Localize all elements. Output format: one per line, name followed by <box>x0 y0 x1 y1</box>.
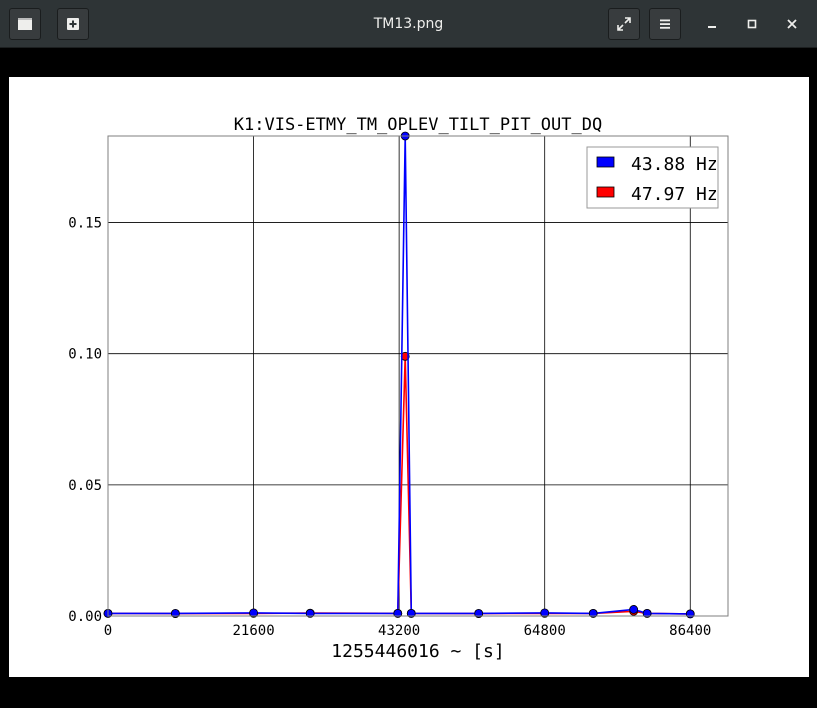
x-tick-label: 86400 <box>669 623 711 639</box>
y-tick-label: 0.15 <box>68 216 102 232</box>
legend-swatch-43-88 <box>596 156 615 168</box>
sidebar-icon <box>18 18 32 30</box>
minimize-icon <box>708 26 716 28</box>
x-tick-label: 0 <box>104 623 112 639</box>
legend-swatch-47-97 <box>596 186 615 198</box>
new-window-button[interactable] <box>57 8 89 40</box>
y-tick-label: 0.00 <box>68 609 102 625</box>
maximize-icon <box>747 19 757 29</box>
window-title: TM13.png <box>373 16 444 32</box>
hamburger-menu-icon <box>660 19 670 29</box>
y-tick-label: 0.10 <box>68 347 102 363</box>
legend-label-47-97: 47.97 Hz <box>631 184 718 205</box>
window-titlebar: TM13.png <box>0 0 817 48</box>
fullscreen-icon <box>617 17 631 31</box>
minimize-button[interactable] <box>700 12 724 36</box>
data-point <box>685 609 695 619</box>
close-icon <box>787 19 797 29</box>
menu-button[interactable] <box>649 8 681 40</box>
x-tick-label: 43200 <box>378 623 420 639</box>
x-tick-label: 64800 <box>524 623 566 639</box>
displayed-image: K1:VIS-ETMY_TM_OPLEV_TILT_PIT_OUT_DQ 0 21… <box>9 77 809 677</box>
legend: 43.88 Hz 47.97 Hz <box>586 146 719 209</box>
legend-label-43-88: 43.88 Hz <box>631 154 718 175</box>
data-point <box>629 605 639 614</box>
chart: K1:VIS-ETMY_TM_OPLEV_TILT_PIT_OUT_DQ 0 21… <box>68 115 729 662</box>
fullscreen-button[interactable] <box>608 8 640 40</box>
sidebar-toggle-button[interactable] <box>9 8 41 40</box>
new-window-icon <box>67 18 79 30</box>
y-tick-label: 0.05 <box>68 478 102 494</box>
x-tick-label: 21600 <box>232 623 274 639</box>
close-button[interactable] <box>780 12 804 36</box>
chart-title: K1:VIS-ETMY_TM_OPLEV_TILT_PIT_OUT_DQ <box>234 115 602 135</box>
maximize-button[interactable] <box>740 12 764 36</box>
x-axis-label: 1255446016 ~ [s] <box>331 641 504 662</box>
